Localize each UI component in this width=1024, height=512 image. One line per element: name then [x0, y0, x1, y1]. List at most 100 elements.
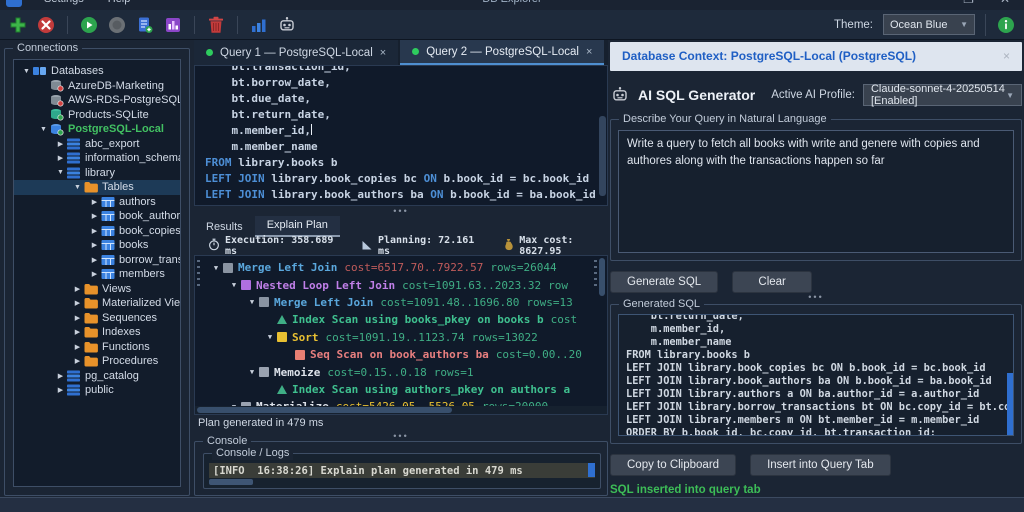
collapse-arrow-icon[interactable]: ▼: [37, 126, 50, 133]
expand-arrow-icon[interactable]: ▶: [71, 299, 84, 307]
expand-arrow-icon[interactable]: ▶: [88, 198, 101, 206]
collapse-arrow-icon[interactable]: ▼: [227, 281, 241, 289]
clear-button[interactable]: Clear: [732, 271, 812, 293]
expand-arrow-icon[interactable]: ▶: [54, 386, 67, 394]
tree-item-products-sqlite[interactable]: Products-SQLite: [14, 108, 180, 123]
log-area[interactable]: [INFO 16:38:26] Explain plan generated i…: [209, 463, 595, 478]
new-query-tab-icon[interactable]: [135, 15, 155, 35]
editor-scrollbar[interactable]: [599, 116, 606, 196]
maximize-icon[interactable]: ❐: [963, 0, 974, 6]
splitter-handle[interactable]: •••: [194, 206, 608, 215]
expand-arrow-icon[interactable]: ▶: [88, 241, 101, 249]
add-connection-icon[interactable]: [8, 15, 28, 35]
plan-node[interactable]: ▼Memoizecost=0.15..0.18rows=1: [209, 363, 607, 380]
tree-item-pg-catalog[interactable]: ▶pg_catalog: [14, 369, 180, 384]
expand-arrow-icon[interactable]: ▶: [71, 357, 84, 365]
tab-close-icon[interactable]: ×: [586, 46, 592, 58]
close-icon[interactable]: ✕: [1000, 0, 1010, 6]
expand-arrow-icon[interactable]: ▶: [71, 343, 84, 351]
tree-item-abc-export[interactable]: ▶abc_export: [14, 137, 180, 152]
generated-sql-box[interactable]: bt.return_date, m.member_id, m.member_na…: [618, 314, 1014, 436]
splitter-handle[interactable]: •••: [194, 431, 608, 440]
expand-arrow-icon[interactable]: ▶: [71, 314, 84, 322]
tree-item-book-copies[interactable]: ▶book_copies: [14, 224, 180, 239]
tree-item-databases[interactable]: ▼Databases: [14, 64, 180, 79]
expand-arrow-icon[interactable]: ▶: [54, 140, 67, 148]
sql-editor[interactable]: bt.transaction_id, bt.borrow_date, bt.du…: [194, 65, 608, 206]
tree-item-members[interactable]: ▶members: [14, 267, 180, 282]
expand-arrow-icon[interactable]: ▶: [71, 328, 84, 336]
theme-dropdown[interactable]: Ocean Blue ▼: [883, 14, 975, 35]
tree-item-sequences[interactable]: ▶Sequences: [14, 311, 180, 326]
expand-arrow-icon[interactable]: ▶: [71, 285, 84, 293]
connections-tree: ▼DatabasesAzureDB-MarketingAWS-RDS-Postg…: [13, 59, 181, 487]
run-query-icon[interactable]: [79, 15, 99, 35]
tree-item-tables[interactable]: ▼Tables: [14, 180, 180, 195]
plan-horizontal-scrollbar[interactable]: [195, 406, 607, 414]
plan-node[interactable]: ▼Merge Left Joincost=6517.70..7922.57row…: [209, 259, 607, 276]
generate-sql-button[interactable]: Generate SQL: [610, 271, 718, 293]
delete-icon[interactable]: [206, 15, 226, 35]
tree-item-library[interactable]: ▼library: [14, 166, 180, 181]
tab-query-1[interactable]: Query 1 — PostgreSQL-Local ×: [194, 40, 398, 65]
stop-icon[interactable]: [107, 15, 127, 35]
plan-node[interactable]: Seq Scan on book_authors bacost=0.00..20: [209, 346, 607, 363]
collapse-arrow-icon[interactable]: ▼: [263, 333, 277, 341]
tree-item-aws-rds-postgresql[interactable]: AWS-RDS-PostgreSQL: [14, 93, 180, 108]
generated-sql-line: LEFT JOIN library.book_copies bc ON b.bo…: [626, 362, 1013, 375]
log-scrollbar[interactable]: [588, 463, 595, 477]
grip-icon[interactable]: [594, 260, 597, 286]
insert-into-query-tab-button[interactable]: Insert into Query Tab: [750, 454, 891, 476]
tree-item-azuredb-marketing[interactable]: AzureDB-Marketing: [14, 79, 180, 94]
chart-icon[interactable]: [249, 15, 269, 35]
plan-node[interactable]: Index Scan using authors_pkey on authors…: [209, 381, 607, 398]
tree-item-materialized-views[interactable]: ▶Materialized Views: [14, 296, 180, 311]
tree-item-indexes[interactable]: ▶Indexes: [14, 325, 180, 340]
expand-arrow-icon[interactable]: ▶: [88, 270, 101, 278]
copy-to-clipboard-button[interactable]: Copy to Clipboard: [610, 454, 736, 476]
tree-item-book-authors[interactable]: ▶book_authors: [14, 209, 180, 224]
ai-robot-icon[interactable]: [277, 15, 297, 35]
ai-profile-dropdown[interactable]: Claude-sonnet-4-20250514 [Enabled] ▼: [863, 84, 1022, 106]
tab-query-2[interactable]: Query 2 — PostgreSQL-Local ×: [400, 40, 604, 65]
tree-item-public[interactable]: ▶public: [14, 383, 180, 398]
sql-scrollbar[interactable]: [1007, 373, 1013, 435]
plan-node[interactable]: ▼Sortcost=1091.19..1123.74rows=13022: [209, 329, 607, 346]
plan-vertical-scrollbar[interactable]: [599, 258, 605, 296]
ai-robot-icon: [610, 85, 630, 105]
title-bar: Settings Help DB Explorer ❐ ✕: [0, 0, 1024, 10]
collapse-arrow-icon[interactable]: ▼: [20, 68, 33, 75]
expand-arrow-icon[interactable]: ▶: [54, 154, 67, 162]
tree-item-label: AzureDB-Marketing: [66, 80, 164, 92]
expand-arrow-icon[interactable]: ▶: [88, 256, 101, 264]
log-horizontal-scrollbar[interactable]: [209, 479, 253, 485]
collapse-arrow-icon[interactable]: ▼: [71, 184, 84, 191]
tree-item-authors[interactable]: ▶ authors: [14, 195, 180, 210]
plan-node[interactable]: ▼Nested Loop Left Joincost=1091.63..2023…: [209, 276, 607, 293]
expand-arrow-icon[interactable]: ▶: [88, 212, 101, 220]
close-connection-icon[interactable]: [36, 15, 56, 35]
tree-item-postgresql-local[interactable]: ▼PostgreSQL-Local: [14, 122, 180, 137]
collapse-arrow-icon[interactable]: ▼: [209, 264, 223, 272]
collapse-arrow-icon[interactable]: ▼: [245, 368, 259, 376]
nl-query-input[interactable]: Write a query to fetch all books with wr…: [618, 130, 1014, 252]
grip-icon[interactable]: [197, 260, 200, 286]
expand-arrow-icon[interactable]: ▶: [88, 227, 101, 235]
plan-node[interactable]: ▼Merge Left Joincost=1091.48..1696.80row…: [209, 294, 607, 311]
tree-item-label: authors: [117, 196, 156, 208]
banner-close-icon[interactable]: ×: [1003, 49, 1010, 63]
tree-item-borrow-transactions[interactable]: ▶borrow_transactions: [14, 253, 180, 268]
tab-explain-plan[interactable]: Explain Plan: [255, 216, 340, 237]
tree-item-procedures[interactable]: ▶Procedures: [14, 354, 180, 369]
tree-item-functions[interactable]: ▶Functions: [14, 340, 180, 355]
tree-item-books[interactable]: ▶books: [14, 238, 180, 253]
expand-arrow-icon[interactable]: ▶: [54, 372, 67, 380]
visualize-icon[interactable]: [163, 15, 183, 35]
collapse-arrow-icon[interactable]: ▼: [54, 169, 67, 176]
tree-item-information-schema[interactable]: ▶information_schema: [14, 151, 180, 166]
plan-node[interactable]: Index Scan using books_pkey on books bco…: [209, 311, 607, 328]
tab-close-icon[interactable]: ×: [380, 47, 386, 59]
tree-item-views[interactable]: ▶Views: [14, 282, 180, 297]
info-icon[interactable]: [996, 15, 1016, 35]
collapse-arrow-icon[interactable]: ▼: [245, 298, 259, 306]
